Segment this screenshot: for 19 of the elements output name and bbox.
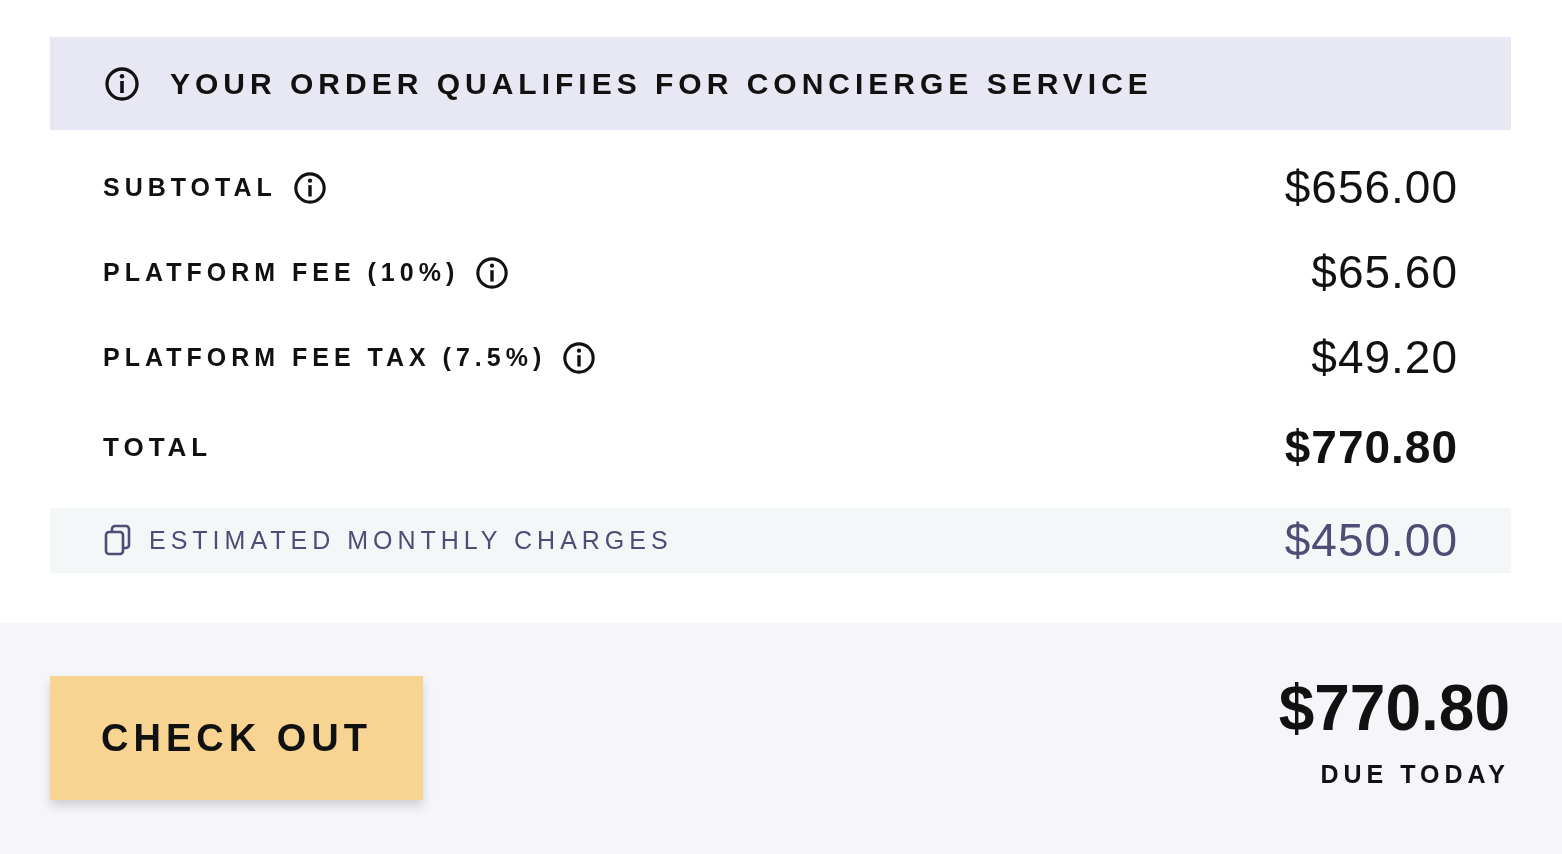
line-amount: $770.80 [1284,420,1458,475]
info-icon[interactable] [104,65,140,102]
line-label: PLATFORM FEE TAX (7.5%) [103,341,547,373]
line-amount: $656.00 [1284,160,1458,215]
line-label: PLATFORM FEE (10%) [103,256,460,288]
banner-text: YOUR ORDER QUALIFIES FOR CONCIERGE SERVICE [170,66,1153,102]
copy-icon [103,523,133,558]
line-label: SUBTOTAL [103,171,277,203]
info-icon[interactable] [292,170,327,205]
info-icon[interactable] [562,340,597,375]
line-amount: $65.60 [1311,245,1458,300]
line-label: ESTIMATED MONTHLY CHARGES [149,524,673,556]
line-amount: $49.20 [1311,330,1458,385]
info-icon[interactable] [475,255,510,290]
check-out-button[interactable]: CHECK OUT [50,676,423,800]
line-amount: $450.00 [1284,513,1458,568]
line-label: TOTAL [103,431,213,464]
due-amount: $770.80 [1278,676,1510,740]
due-caption: DUE TODAY [1319,759,1510,790]
